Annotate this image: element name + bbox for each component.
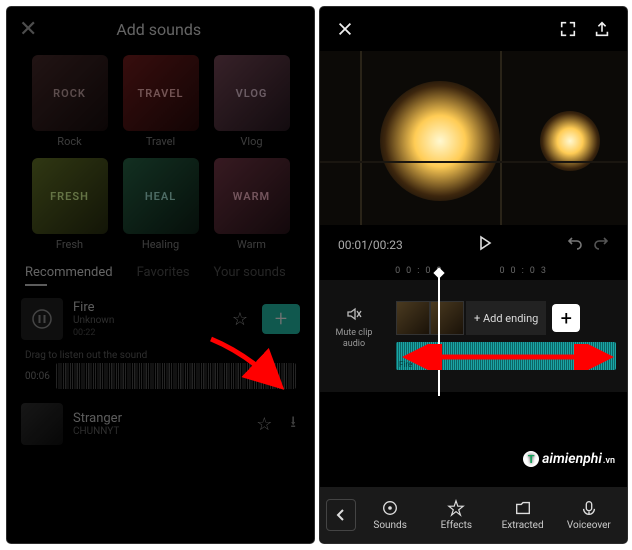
- fullscreen-icon[interactable]: [557, 18, 579, 40]
- category-healing[interactable]: HEAL Healing: [120, 158, 201, 251]
- back-button[interactable]: [326, 499, 356, 531]
- tab-extracted[interactable]: Extracted: [491, 499, 555, 531]
- video-clip[interactable]: [430, 301, 464, 335]
- track-meta: Fire Unknown 00:22: [73, 300, 218, 338]
- tab-label: Sounds: [373, 520, 406, 531]
- category-label: Fresh: [56, 238, 83, 251]
- category-thumb: WARM: [214, 158, 290, 234]
- tab-your-sounds[interactable]: Your sounds: [214, 265, 286, 286]
- close-icon[interactable]: [334, 18, 356, 40]
- playhead[interactable]: [438, 272, 440, 396]
- add-clip-button[interactable]: +: [552, 304, 580, 332]
- category-vlog[interactable]: VLOG Vlog: [211, 55, 292, 148]
- watermark-badge: T: [523, 451, 539, 467]
- category-thumb: ROCK: [32, 55, 108, 131]
- watermark-text: aimienphi: [542, 451, 602, 467]
- speaker-muted-icon: [326, 306, 382, 326]
- add-sounds-screen: ✕ Add sounds ROCK Rock TRAVEL Travel VLO…: [7, 7, 314, 543]
- tab-voiceover[interactable]: Voiceover: [557, 499, 621, 531]
- tab-recommended[interactable]: Recommended: [25, 265, 113, 286]
- audio-clip[interactable]: Fire: [396, 342, 616, 370]
- download-icon[interactable]: ⭳: [286, 407, 300, 442]
- add-sound-button[interactable]: +: [262, 304, 300, 334]
- track-art: [21, 403, 63, 445]
- track-artist: CHUNNYT: [73, 426, 242, 437]
- tab-sounds[interactable]: Sounds: [358, 499, 422, 531]
- editor-header: [320, 7, 627, 51]
- category-grid: ROCK Rock TRAVEL Travel VLOG Vlog FRESH …: [7, 51, 314, 251]
- tab-label: Voiceover: [567, 520, 611, 531]
- close-icon[interactable]: ✕: [19, 17, 37, 42]
- category-label: Rock: [57, 135, 81, 148]
- category-label: Healing: [142, 238, 179, 251]
- video-clip[interactable]: [396, 301, 430, 335]
- drag-hint: Drag to listen out the sound: [7, 346, 314, 363]
- track-name: Fire: [73, 300, 218, 315]
- tab-favorites[interactable]: Favorites: [137, 265, 190, 286]
- track-row[interactable]: Stranger CHUNNYT ☆ ⭳: [7, 397, 314, 451]
- mute-clip-audio-button[interactable]: Mute clip audio: [326, 306, 382, 350]
- category-label: Travel: [146, 135, 175, 148]
- video-preview[interactable]: [320, 51, 627, 225]
- tab-label: Recommended: [25, 265, 113, 280]
- sound-tabs: Recommended Favorites Your sounds: [7, 251, 314, 292]
- waveform-row[interactable]: 00:06: [7, 363, 314, 397]
- tab-label: Extracted: [502, 520, 544, 531]
- category-thumb: HEAL: [123, 158, 199, 234]
- playback-bar: 00:01/00:23: [320, 225, 627, 264]
- category-label: Vlog: [240, 135, 262, 148]
- track-name: Stranger: [73, 411, 242, 426]
- header: ✕ Add sounds: [7, 7, 314, 51]
- screen-title: Add sounds: [37, 20, 280, 39]
- watermark-suffix: .vn: [603, 456, 615, 466]
- wave-time: 00:06: [25, 371, 50, 382]
- audio-clip-name: Fire: [399, 360, 412, 369]
- time-ruler: 00:0000:03: [320, 264, 627, 280]
- timeline[interactable]: Mute clip audio + Add ending + Fire: [320, 280, 627, 392]
- add-ending-button[interactable]: + Add ending: [466, 301, 546, 335]
- undo-icon[interactable]: [567, 235, 583, 254]
- tab-effects[interactable]: Effects: [424, 499, 488, 531]
- redo-icon[interactable]: [593, 235, 609, 254]
- play-icon[interactable]: [477, 235, 493, 254]
- mute-label-2: audio: [343, 339, 365, 349]
- tab-label: Effects: [441, 520, 472, 531]
- pause-icon[interactable]: [21, 298, 63, 340]
- watermark: T aimienphi.vn: [523, 451, 615, 468]
- category-thumb: VLOG: [214, 55, 290, 131]
- track-row[interactable]: Fire Unknown 00:22 ☆ +: [7, 292, 314, 346]
- category-thumb: TRAVEL: [123, 55, 199, 131]
- favorite-icon[interactable]: ☆: [228, 305, 252, 334]
- category-warm[interactable]: WARM Warm: [211, 158, 292, 251]
- time-display: 00:01/00:23: [338, 238, 403, 252]
- tick-label: 00:03: [500, 266, 552, 276]
- video-track[interactable]: + Add ending +: [396, 300, 580, 336]
- bottom-toolbar: Sounds Effects Extracted Voiceover: [320, 487, 627, 543]
- category-thumb: FRESH: [32, 158, 108, 234]
- category-label: Warm: [237, 238, 266, 251]
- category-fresh[interactable]: FRESH Fresh: [29, 158, 110, 251]
- category-rock[interactable]: ROCK Rock: [29, 55, 110, 148]
- track-artist: Unknown: [73, 315, 218, 326]
- export-icon[interactable]: [591, 18, 613, 40]
- track-duration: 00:22: [73, 328, 218, 338]
- mute-label-1: Mute clip: [336, 328, 373, 338]
- waveform[interactable]: [56, 363, 296, 389]
- favorite-icon[interactable]: ☆: [252, 410, 276, 439]
- category-travel[interactable]: TRAVEL Travel: [120, 55, 201, 148]
- video-editor-screen: 00:01/00:23 00:0000:03 Mute clip audio +: [320, 7, 627, 543]
- track-meta: Stranger CHUNNYT: [73, 411, 242, 437]
